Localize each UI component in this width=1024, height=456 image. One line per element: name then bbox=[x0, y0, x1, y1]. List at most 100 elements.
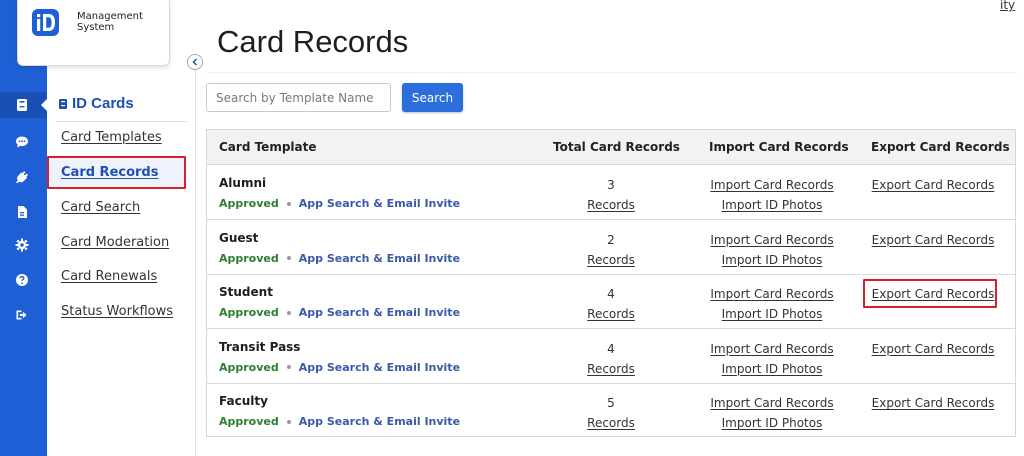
status-badge: Approved bbox=[219, 197, 279, 210]
chat-icon[interactable] bbox=[13, 133, 31, 151]
search-button[interactable]: Search bbox=[402, 83, 463, 112]
status-separator-dot bbox=[286, 256, 291, 260]
import-id-photos-link[interactable]: Import ID Photos bbox=[702, 413, 842, 433]
import-id-photos-link[interactable]: Import ID Photos bbox=[702, 304, 842, 324]
table-row: Guest Approved App Search & Email Invite 2 R… bbox=[207, 221, 1015, 275]
import-card-records-link[interactable]: Import Card Records bbox=[702, 393, 842, 413]
table-header: Card Template Total Card Records Import … bbox=[207, 130, 1015, 165]
export-card-records-link[interactable]: Export Card Records bbox=[863, 339, 1003, 359]
table-row: Faculty Approved App Search & Email Invite… bbox=[207, 384, 1015, 438]
export-highlight-box bbox=[863, 279, 997, 308]
records-link[interactable]: Records bbox=[586, 304, 636, 324]
records-link[interactable]: Records bbox=[586, 250, 636, 270]
import-cell: Import Card Records Import ID Photos bbox=[702, 393, 842, 433]
plug-icon[interactable] bbox=[13, 168, 31, 186]
import-card-records-link[interactable]: Import Card Records bbox=[702, 284, 842, 304]
table-row: Alumni Approved App Search & Email Invite 3… bbox=[207, 166, 1015, 220]
import-id-photos-link[interactable]: Import ID Photos bbox=[702, 250, 842, 270]
id-logo-icon bbox=[32, 9, 59, 36]
records-link[interactable]: Records bbox=[586, 413, 636, 433]
template-status: Approved App Search & Email Invite bbox=[219, 252, 460, 265]
total-records-cell: 4 Records bbox=[586, 284, 636, 324]
search-input[interactable] bbox=[206, 83, 391, 112]
status-separator-dot bbox=[286, 365, 291, 369]
import-cell: Import Card Records Import ID Photos bbox=[702, 284, 842, 324]
total-records-cell: 3 Records bbox=[586, 175, 636, 215]
import-id-photos-link[interactable]: Import ID Photos bbox=[702, 195, 842, 215]
page-title: Card Records bbox=[217, 24, 409, 59]
sidebar-item-status-workflows[interactable]: Status Workflows bbox=[61, 304, 173, 319]
feature-label: App Search & Email Invite bbox=[298, 197, 461, 210]
total-records-cell: 2 Records bbox=[586, 230, 636, 270]
status-badge: Approved bbox=[219, 360, 279, 374]
submenu-heading: ID Cards bbox=[59, 95, 134, 112]
collapse-sidebar-button[interactable] bbox=[187, 54, 203, 70]
card-template-name[interactable]: Guest bbox=[219, 231, 258, 245]
import-card-records-link[interactable]: Import Card Records bbox=[702, 339, 842, 359]
total-records-cell: 4 Records bbox=[586, 339, 636, 379]
submenu-divider bbox=[55, 121, 187, 122]
card-template-name[interactable]: Transit Pass bbox=[219, 340, 300, 354]
import-card-records-link[interactable]: Import Card Records bbox=[702, 175, 842, 195]
import-cell: Import Card Records Import ID Photos bbox=[702, 339, 842, 379]
export-card-records-link[interactable]: Export Card Records bbox=[863, 230, 1003, 250]
export-cell: Export Card Records bbox=[863, 175, 1003, 195]
column-header-export: Export Card Records bbox=[871, 140, 1010, 154]
record-count: 5 bbox=[607, 396, 615, 410]
table-row: Transit Pass Approved App Search & Email I… bbox=[207, 330, 1015, 384]
import-id-photos-link[interactable]: Import ID Photos bbox=[702, 359, 842, 379]
gear-icon[interactable] bbox=[13, 236, 31, 254]
record-count: 3 bbox=[607, 178, 615, 192]
chevron-left-icon bbox=[192, 58, 198, 66]
sidebar-item-card-records[interactable]: Card Records bbox=[61, 165, 158, 180]
logout-icon[interactable] bbox=[13, 306, 31, 324]
export-cell: Export Card Records bbox=[863, 393, 1003, 413]
feature-label: App Search & Email Invite bbox=[298, 306, 461, 319]
export-card-records-link[interactable]: Export Card Records bbox=[863, 175, 1003, 195]
title-divider bbox=[207, 72, 1017, 73]
export-cell: Export Card Records bbox=[863, 230, 1003, 250]
icon-rail bbox=[0, 0, 49, 456]
template-status: Approved App Search & Email Invite bbox=[219, 197, 460, 210]
records-link[interactable]: Records bbox=[586, 195, 636, 215]
import-cell: Import Card Records Import ID Photos bbox=[702, 175, 842, 215]
status-separator-dot bbox=[286, 419, 291, 424]
status-badge: Approved bbox=[219, 251, 279, 265]
records-link[interactable]: Records bbox=[586, 359, 636, 379]
id-card-small-icon bbox=[59, 98, 67, 109]
sidebar-item-card-search[interactable]: Card Search bbox=[61, 200, 140, 215]
record-count: 2 bbox=[607, 232, 615, 247]
top-right-link[interactable]: ity bbox=[1000, 0, 1015, 12]
template-status: Approved App Search & Email Invite bbox=[219, 306, 460, 319]
submenu-panel bbox=[47, 66, 196, 456]
export-card-records-link[interactable]: Export Card Records bbox=[863, 393, 1003, 413]
app-logo-card[interactable]: Management System bbox=[17, 0, 170, 66]
help-icon[interactable] bbox=[13, 271, 31, 289]
import-cell: Import Card Records Import ID Photos bbox=[702, 230, 842, 270]
status-separator-dot bbox=[286, 310, 291, 315]
sidebar-item-card-moderation[interactable]: Card Moderation bbox=[61, 235, 169, 250]
template-status: Approved App Search & Email Invite bbox=[219, 361, 460, 374]
document-icon[interactable] bbox=[13, 203, 31, 221]
status-badge: Approved bbox=[219, 415, 279, 428]
status-separator-dot bbox=[286, 201, 291, 206]
feature-label: App Search & Email Invite bbox=[298, 415, 461, 428]
sidebar-item-card-templates[interactable]: Card Templates bbox=[61, 130, 162, 145]
column-header-card-template: Card Template bbox=[219, 140, 317, 154]
export-cell: Export Card Records bbox=[863, 339, 1003, 359]
sidebar-item-card-renewals[interactable]: Card Renewals bbox=[61, 269, 157, 284]
app-name: Management System bbox=[77, 11, 143, 33]
import-card-records-link[interactable]: Import Card Records bbox=[702, 230, 842, 250]
card-template-name[interactable]: Alumni bbox=[219, 176, 266, 190]
table-row: Student Approved App Search & Email Invite… bbox=[207, 275, 1015, 329]
record-count: 4 bbox=[607, 341, 615, 356]
template-status: Approved App Search & Email Invite bbox=[219, 415, 460, 428]
record-count: 4 bbox=[607, 287, 615, 301]
id-card-icon[interactable] bbox=[13, 96, 31, 114]
feature-label: App Search & Email Invite bbox=[298, 360, 461, 374]
feature-label: App Search & Email Invite bbox=[298, 251, 461, 265]
submenu-heading-label: ID Cards bbox=[72, 95, 134, 112]
card-template-name[interactable]: Faculty bbox=[219, 394, 268, 408]
card-records-table: Card Template Total Card Records Import … bbox=[206, 129, 1016, 437]
card-template-name[interactable]: Student bbox=[219, 285, 273, 299]
